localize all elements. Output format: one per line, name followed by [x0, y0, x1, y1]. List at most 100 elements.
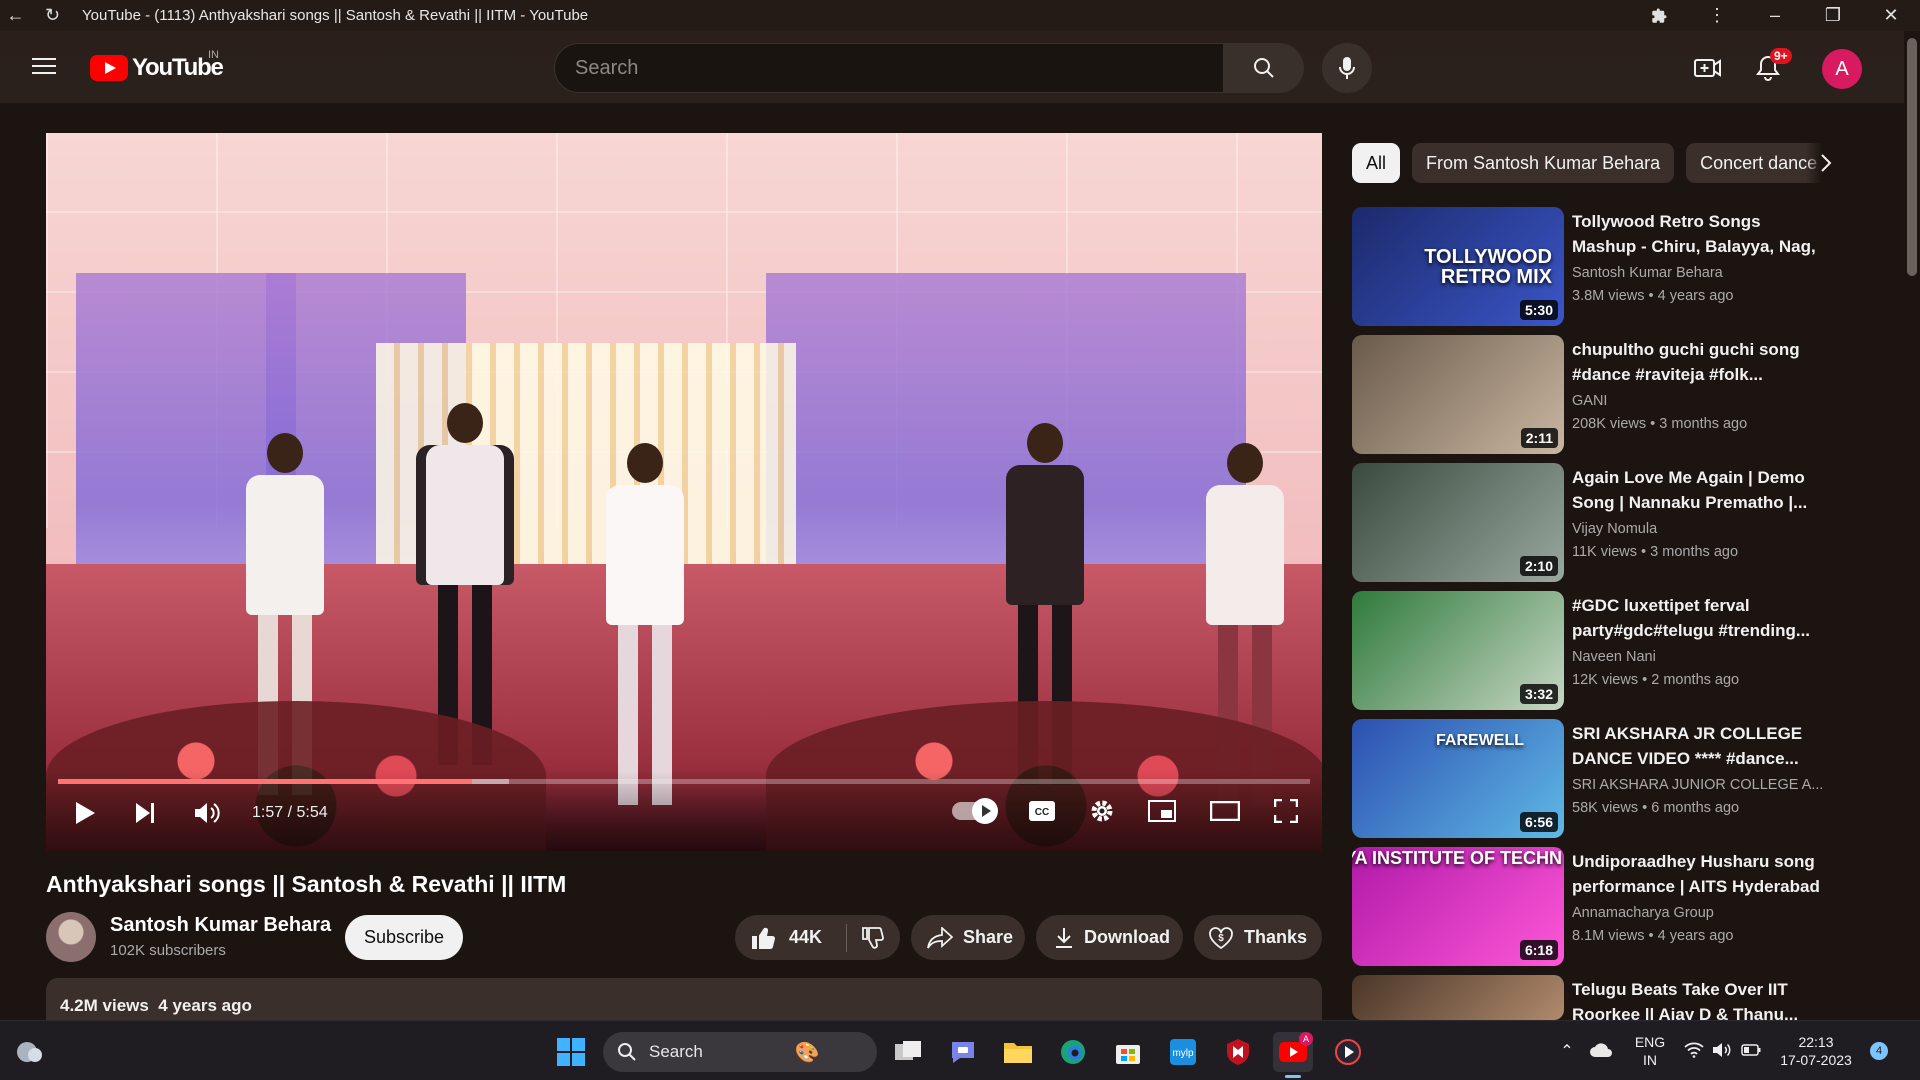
media-player-button[interactable]	[1328, 1032, 1368, 1072]
next-button[interactable]	[134, 802, 156, 824]
tray-overflow-icon[interactable]: ⌃	[1552, 1041, 1582, 1061]
notifications-button[interactable]: 9+	[1748, 48, 1792, 88]
start-button[interactable]	[551, 1032, 591, 1072]
reload-icon[interactable]: ↻	[37, 0, 68, 31]
search-button[interactable]	[1224, 43, 1304, 93]
battery-icon[interactable]	[1736, 1043, 1766, 1059]
recommendation-item[interactable]: TOLLYWOOD RETRO MIX 5:30 Tollywood Retro S…	[1352, 207, 1832, 327]
chips-next-button[interactable]	[1806, 143, 1846, 183]
video-thumbnail[interactable]: FAREWELL 6:56	[1352, 719, 1564, 838]
duration-badge: 6:56	[1519, 812, 1558, 832]
thanks-label: Thanks	[1244, 927, 1308, 947]
recommendation-title[interactable]: SRI AKSHARA JR COLLEGE DANCE VIDEO **** …	[1572, 721, 1822, 771]
recommendation-channel[interactable]: SRI AKSHARA JUNIOR COLLEGE A...	[1572, 777, 1822, 793]
recommendation-title[interactable]: Undiporaadhey Husharu song performance |…	[1572, 849, 1822, 899]
menu-icon[interactable]	[30, 53, 58, 79]
chip-all[interactable]: All	[1352, 143, 1401, 183]
chip-from-channel[interactable]: From Santosh Kumar Behara	[1412, 143, 1675, 183]
scrollbar-thumb[interactable]	[1907, 38, 1917, 276]
recommendation-channel[interactable]: Vijay Nomula	[1572, 521, 1822, 537]
back-icon[interactable]: ←	[0, 0, 31, 31]
close-icon[interactable]: ✕	[1862, 0, 1920, 31]
taskbar-search[interactable]: Search 🎨	[603, 1032, 877, 1072]
file-explorer-button[interactable]	[998, 1032, 1038, 1072]
progress-bar[interactable]	[58, 779, 1310, 784]
speaker-icon[interactable]	[1708, 1042, 1736, 1061]
autoplay-toggle[interactable]	[952, 798, 998, 824]
recommendation-item[interactable]: FAREWELL 6:56 SRI AKSHARA JR COLLEGE DANCE…	[1352, 719, 1832, 839]
language-indicator[interactable]: ENG IN	[1620, 1033, 1680, 1069]
settings-button[interactable]	[1090, 799, 1114, 823]
recommendation-item[interactable]: 2:10 Again Love Me Again | Demo Song | Na…	[1352, 463, 1832, 583]
ms-store-button[interactable]	[1108, 1032, 1148, 1072]
like-button[interactable]: 44K	[751, 926, 822, 950]
chip-concert-dance[interactable]: Concert dance	[1686, 143, 1822, 183]
mylp-icon: mylp	[1170, 1039, 1196, 1065]
autoplay-icon	[982, 805, 991, 817]
recommendation-channel[interactable]: GANI	[1572, 393, 1822, 409]
recommendation-meta: 3.8M views • 4 years ago	[1572, 288, 1734, 304]
video-player[interactable]: 1:57 / 5:54 CC	[46, 133, 1322, 851]
video-thumbnail[interactable]: TOLLYWOOD RETRO MIX 5:30	[1352, 207, 1564, 326]
channel-name[interactable]: Santosh Kumar Behara	[110, 914, 331, 937]
recommendation-views: 11K views	[1572, 544, 1638, 560]
account-avatar[interactable]: A	[1822, 49, 1862, 89]
recommendation-item[interactable]: 3:32 #GDC luxettipet ferval party#gdc#tel…	[1352, 591, 1832, 711]
mylp-app-button[interactable]: mylp	[1163, 1032, 1203, 1072]
share-button[interactable]: Share	[911, 915, 1025, 960]
recommendation-channel[interactable]: Santosh Kumar Behara	[1572, 265, 1822, 281]
duration-badge: 2:11	[1520, 428, 1558, 448]
description-box[interactable]: 4.2M views 4 years ago	[46, 978, 1322, 1020]
captions-button[interactable]: CC	[1028, 800, 1056, 822]
fullscreen-button[interactable]	[1274, 799, 1298, 823]
recommendation-title[interactable]: #GDC luxettipet ferval party#gdc#telugu …	[1572, 593, 1822, 643]
notification-center-badge[interactable]: 4	[1870, 1042, 1888, 1060]
video-thumbnail[interactable]: RYA INSTITUTE OF TECHN 6:18	[1352, 847, 1564, 966]
recommendation-channel[interactable]: Annamacharya Group	[1572, 905, 1822, 921]
video-thumbnail[interactable]: 2:11	[1352, 335, 1564, 454]
weather-widget[interactable]	[8, 1032, 48, 1072]
recommendation-item[interactable]: 2:11 chupultho guchi guchi song #dance #r…	[1352, 335, 1832, 455]
task-view-button[interactable]	[888, 1032, 928, 1072]
video-thumbnail[interactable]	[1352, 975, 1564, 1020]
country-code: IN	[208, 49, 219, 61]
cloud-icon	[17, 1042, 42, 1062]
recommendation-item[interactable]: RYA INSTITUTE OF TECHN 6:18 Undiporaadhey …	[1352, 847, 1832, 967]
volume-button[interactable]	[194, 801, 220, 825]
recommendation-title[interactable]: chupultho guchi guchi song #dance #ravit…	[1572, 337, 1822, 387]
video-thumbnail[interactable]: 2:10	[1352, 463, 1564, 582]
miniplayer-button[interactable]	[1148, 800, 1176, 822]
search-input[interactable]	[554, 43, 1224, 93]
theater-mode-button[interactable]	[1210, 801, 1240, 821]
dislike-button[interactable]	[861, 926, 885, 950]
voice-search-button[interactable]	[1322, 43, 1372, 93]
recommendation-meta: 58K views • 6 months ago	[1572, 800, 1740, 816]
youtube-logo[interactable]: YouTube IN	[90, 49, 224, 82]
edge-browser-button[interactable]	[1053, 1032, 1093, 1072]
subscribe-button[interactable]: Subscribe	[345, 915, 464, 960]
minimize-icon[interactable]: –	[1746, 0, 1804, 31]
create-video-button[interactable]	[1688, 48, 1728, 88]
download-button[interactable]: Download	[1036, 915, 1183, 960]
clock-date: 17-07-2023	[1780, 1052, 1852, 1068]
play-button[interactable]	[74, 801, 96, 825]
video-thumbnail[interactable]: 3:32	[1352, 591, 1564, 710]
teams-chat-button[interactable]	[943, 1032, 983, 1072]
onedrive-icon[interactable]	[1582, 1042, 1620, 1061]
thumbnail-caption: FAREWELL	[1436, 732, 1524, 749]
windows-taskbar: Search 🎨 mylp A ⌃ ENG IN 22:13 17-07-202…	[0, 1020, 1920, 1080]
shield-icon	[1227, 1039, 1249, 1065]
recommendation-title[interactable]: Tollywood Retro Songs Mashup - Chiru, Ba…	[1572, 209, 1822, 259]
wifi-icon[interactable]	[1680, 1042, 1708, 1061]
extensions-icon[interactable]	[1630, 0, 1688, 31]
mcafee-button[interactable]	[1218, 1032, 1258, 1072]
recommendation-title[interactable]: Again Love Me Again | Demo Song | Nannak…	[1572, 465, 1822, 515]
thanks-button[interactable]: $ Thanks	[1194, 915, 1322, 960]
more-menu-icon[interactable]: ⋮	[1688, 0, 1746, 31]
clock[interactable]: 22:13 17-07-2023	[1766, 1033, 1866, 1069]
youtube-taskbar-button[interactable]: A	[1273, 1032, 1313, 1078]
restore-icon[interactable]: ❐	[1804, 0, 1862, 31]
channel-avatar[interactable]	[46, 912, 96, 962]
recommendation-channel[interactable]: Naveen Nani	[1572, 649, 1822, 665]
gear-icon	[1091, 800, 1113, 822]
